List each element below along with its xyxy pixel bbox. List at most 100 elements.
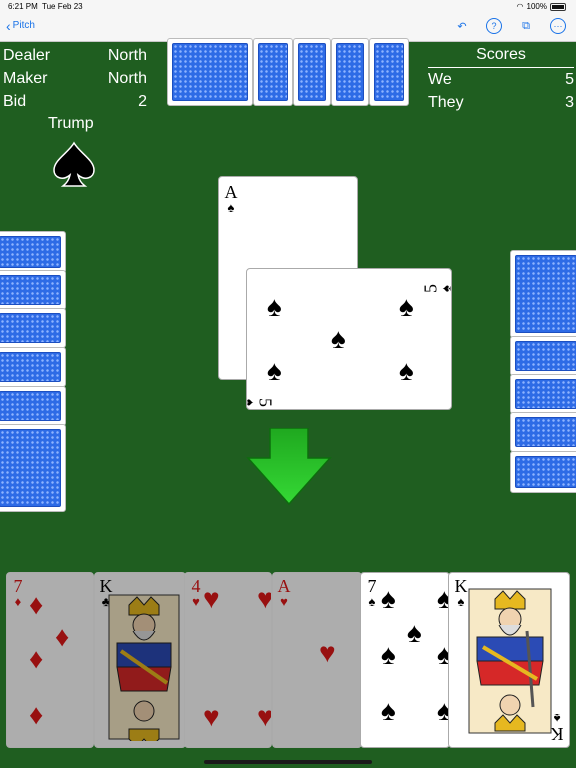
card-suit: ♥	[280, 594, 288, 609]
card-suit: ♠	[247, 395, 258, 410]
card-index: 5 ♠	[247, 395, 276, 410]
dealer-label: Dealer	[3, 47, 51, 64]
card-back	[0, 270, 66, 310]
card-suit: ♠	[438, 285, 452, 292]
hand-card-a-hearts[interactable]: A ♥ ♥	[272, 572, 362, 748]
king-portrait-icon	[108, 594, 180, 741]
heart-pip: ♥	[203, 701, 220, 732]
spade-pip: ♠	[267, 291, 282, 322]
maker-label: Maker	[3, 70, 48, 87]
back-button[interactable]: ‹ Pitch	[6, 17, 35, 34]
they-score: 3	[565, 94, 574, 111]
diamond-pip: ♦	[29, 643, 44, 674]
spade-pip: ♠	[407, 617, 422, 648]
hand-card-4-hearts[interactable]: 4 ♥ ♥ ♥ ♥ ♥	[184, 572, 272, 748]
card-suit: ♠	[368, 594, 376, 609]
trick-card-2: 5 ♠ 5 ♠ ♠ ♠ ♠ ♠ ♠	[246, 268, 452, 410]
card-rank: K	[454, 576, 468, 596]
status-time: 6:21 PM	[8, 2, 38, 11]
maker-row: Maker North	[3, 67, 147, 90]
play-arrow-icon[interactable]	[246, 428, 332, 506]
trump-label: Trump	[48, 115, 94, 132]
undo-icon[interactable]: ↶	[454, 18, 470, 34]
navigation-bar: 6:21 PM Tue Feb 23 ◠ 100% ‹ Pitch ↶ ? ⧉ …	[0, 0, 576, 42]
scores-title: Scores	[428, 44, 574, 68]
card-rank: 4	[191, 576, 201, 596]
card-back	[0, 308, 66, 348]
card-index: 4 ♥	[188, 577, 204, 608]
dealer-value: North	[107, 47, 147, 64]
we-row: We 5	[428, 68, 574, 91]
back-label: Pitch	[12, 20, 35, 31]
card-suit: ♦	[14, 594, 22, 609]
chevron-left-icon: ‹	[6, 17, 11, 34]
game-info-panel: Dealer North Maker North Bid 2	[3, 44, 147, 113]
card-back	[0, 347, 66, 387]
more-icon[interactable]: ···	[550, 18, 566, 34]
card-back	[293, 38, 331, 106]
spade-pip: ♠	[331, 323, 346, 354]
toolbar-icons: ↶ ? ⧉ ···	[454, 18, 566, 34]
card-rank: 5	[255, 398, 276, 407]
spade-pip: ♠	[399, 355, 414, 386]
we-score: 5	[565, 71, 574, 88]
hand-card-k-spades[interactable]: K ♠ K ♠	[448, 572, 570, 748]
diamond-pip: ♦	[29, 699, 44, 730]
hand-card-7-diamonds[interactable]: 7 ♦ ♦ ♦ ♦ ♦	[6, 572, 94, 748]
card-back	[331, 38, 369, 106]
diamond-pip: ♦	[55, 621, 70, 652]
card-index: 5 ♠	[420, 281, 452, 297]
card-back	[510, 336, 576, 376]
we-label: We	[428, 71, 452, 88]
card-back	[167, 38, 253, 106]
card-index: A ♠	[223, 183, 239, 214]
dealer-row: Dealer North	[3, 44, 147, 67]
hand-card-k-clubs[interactable]: K ♣	[94, 572, 186, 748]
diamond-pip: ♦	[29, 589, 44, 620]
card-suit: ♥	[192, 594, 200, 609]
hand-card-7-spades[interactable]: 7 ♠ ♠ ♠ ♠ ♠ ♠ ♠ ♠	[360, 572, 450, 748]
deal-icon[interactable]: ⧉	[518, 18, 534, 34]
status-right: ◠ 100%	[517, 2, 566, 11]
card-back	[369, 38, 409, 106]
bid-value: 2	[138, 93, 147, 110]
heart-pip: ♥	[203, 583, 220, 614]
king-portrait-icon	[468, 588, 552, 734]
they-label: They	[428, 94, 464, 111]
card-index: A ♥	[276, 577, 292, 608]
home-indicator	[204, 760, 372, 764]
heart-pip: ♥	[257, 701, 272, 732]
spade-pip: ♠	[399, 291, 414, 322]
card-rank: 7	[367, 576, 377, 596]
battery-icon	[550, 2, 566, 11]
card-back	[0, 386, 66, 426]
maker-value: North	[107, 70, 147, 87]
card-back	[253, 38, 293, 106]
card-index: 7 ♠	[364, 577, 380, 608]
spade-pip: ♠	[381, 583, 396, 614]
card-back	[510, 451, 576, 493]
card-back	[510, 412, 576, 452]
scores-panel: Scores We 5 They 3	[428, 44, 574, 114]
status-date: Tue Feb 23	[42, 2, 83, 11]
battery-percent: 100%	[526, 2, 547, 11]
spade-pip: ♠	[381, 639, 396, 670]
spade-icon	[53, 141, 95, 187]
card-back	[0, 424, 66, 512]
spade-pip: ♠	[381, 695, 396, 726]
help-icon[interactable]: ?	[486, 18, 502, 34]
card-back	[510, 250, 576, 338]
card-rank: 7	[13, 576, 23, 596]
heart-pip: ♥	[257, 583, 272, 614]
bid-label: Bid	[3, 93, 27, 110]
card-rank: A	[277, 576, 291, 596]
heart-pip: ♥	[319, 637, 336, 668]
card-index: 7 ♦	[10, 577, 26, 608]
they-row: They 3	[428, 91, 574, 114]
card-back	[0, 231, 66, 273]
spade-pip: ♠	[267, 355, 282, 386]
wifi-icon: ◠	[516, 2, 524, 11]
card-back	[510, 374, 576, 414]
card-rank: 5	[420, 284, 441, 293]
bid-row: Bid 2	[3, 90, 147, 113]
